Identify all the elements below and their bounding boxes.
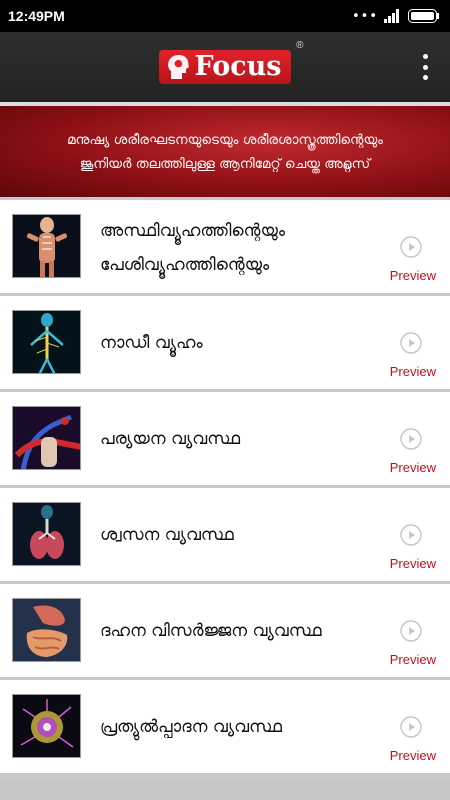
item-title: പര്യയന വ്യവസ്ഥ xyxy=(100,429,241,449)
status-icons: ••• xyxy=(352,9,440,24)
item-title: അസ്ഥിവ്യൂഹത്തിന്റെയും പേശിവ്യൂഹത്തിന്റെയ… xyxy=(100,214,370,282)
bottom-divider xyxy=(0,780,450,800)
banner-line-1: മനുഷ്യ ശരീരഘടനയുടെയും ശരീരശാസ്ത്രത്തിന്റ… xyxy=(67,131,383,148)
preview-link[interactable]: Preview xyxy=(390,556,436,571)
signal-icon xyxy=(384,9,399,23)
item-title: ദഹന വിസർജ്ജന വ്യവസ്ഥ xyxy=(100,621,322,641)
preview-link[interactable]: Preview xyxy=(390,652,436,667)
nervous-system-thumbnail xyxy=(12,310,81,374)
list-item-respiratory-system[interactable]: ശ്വസന വ്യവസ്ഥ Preview xyxy=(0,488,450,581)
list-item-skeletal-muscular[interactable]: അസ്ഥിവ്യൂഹത്തിന്റെയും പേശിവ്യൂഹത്തിന്റെയ… xyxy=(0,200,450,293)
item-title: ശ്വസന വ്യവസ്ഥ xyxy=(100,525,234,545)
item-title: പ്രത്യുൽപ്പാദന വ്യവസ്ഥ xyxy=(100,717,282,737)
circulatory-system-thumbnail xyxy=(12,406,81,470)
battery-icon xyxy=(408,9,439,23)
reproductive-system-thumbnail xyxy=(12,694,81,758)
overflow-dot xyxy=(422,54,428,59)
app-bar: Focus ® xyxy=(0,32,450,102)
list-item-digestive-system[interactable]: ദഹന വിസർജ്ജന വ്യവസ്ഥ Preview xyxy=(0,584,450,677)
overflow-dot xyxy=(422,75,428,80)
status-bar: 12:49PM ••• xyxy=(0,0,450,32)
overflow-dot xyxy=(422,64,428,70)
intro-banner: മനുഷ്യ ശരീരഘടനയുടെയും ശരീരശാസ്ത്രത്തിന്റ… xyxy=(0,102,450,197)
registered-mark: ® xyxy=(296,40,304,51)
play-icon[interactable] xyxy=(400,428,422,450)
item-title-line-1: അസ്ഥിവ്യൂഹത്തിന്റെയും xyxy=(100,221,285,241)
preview-link[interactable]: Preview xyxy=(390,268,436,283)
play-icon[interactable] xyxy=(400,236,422,258)
digestive-system-thumbnail xyxy=(12,598,81,662)
list-item-circulatory-system[interactable]: പര്യയന വ്യവസ്ഥ Preview xyxy=(0,392,450,485)
logo-text: Focus xyxy=(194,51,282,82)
banner-line-2: ജൂനിയർ തലത്തിലുള്ള ആനിമേറ്റ് ചെയ്ത അറ്റ്… xyxy=(79,155,371,172)
skeleton-muscle-thumbnail xyxy=(12,214,81,278)
item-title: നാഡീ വ്യൂഹം xyxy=(100,333,203,353)
respiratory-system-thumbnail xyxy=(12,502,81,566)
focus-logo: Focus ® xyxy=(158,40,303,84)
status-time: 12:49PM xyxy=(8,8,65,24)
list-item-reproductive-system[interactable]: പ്രത്യുൽപ്പാദന വ്യവസ്ഥ Preview xyxy=(0,680,450,773)
notification-dots-icon: ••• xyxy=(351,8,378,24)
play-icon[interactable] xyxy=(400,332,422,354)
item-title-line-2: പേശിവ്യൂഹത്തിന്റെയും xyxy=(100,255,270,275)
play-icon[interactable] xyxy=(400,524,422,546)
preview-link[interactable]: Preview xyxy=(390,364,436,379)
head-logo-icon xyxy=(167,54,189,79)
overflow-menu-button[interactable] xyxy=(420,54,430,80)
play-icon[interactable] xyxy=(400,620,422,642)
play-icon[interactable] xyxy=(400,716,422,738)
preview-link[interactable]: Preview xyxy=(390,748,436,763)
list-item-nervous-system[interactable]: നാഡീ വ്യൂഹം Preview xyxy=(0,296,450,389)
preview-link[interactable]: Preview xyxy=(390,460,436,475)
